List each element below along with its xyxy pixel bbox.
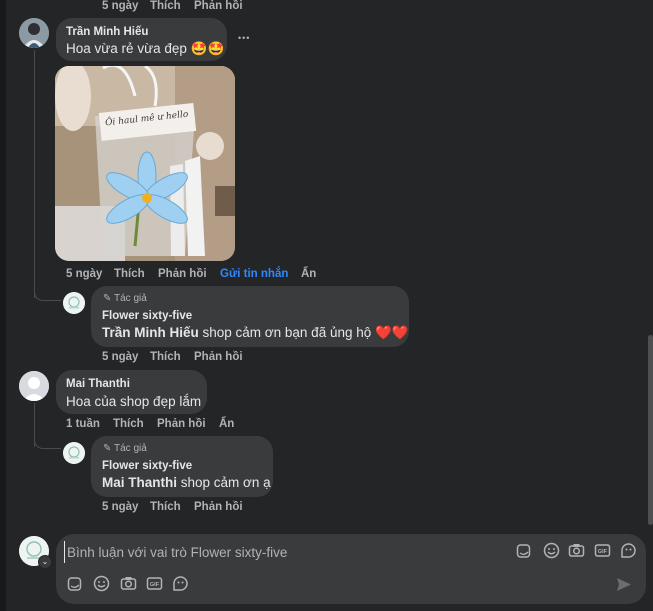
commenter-avatar[interactable] [19, 18, 49, 48]
author-badge: ✎ Tác giả [103, 293, 147, 304]
camera-icon[interactable] [120, 575, 137, 592]
author-badge: ✎ Tác giả [103, 443, 147, 454]
flower-bouquet-photo [55, 66, 235, 261]
svg-text:GIF: GIF [150, 582, 160, 588]
reply-bubble: ✎ Tác giả Flower sixty-five Mai Thanthi … [91, 436, 273, 497]
reply-link[interactable]: Phản hồi [194, 351, 243, 363]
reply-link[interactable]: Phản hồi [157, 418, 206, 430]
more-options-icon[interactable]: ••• [238, 33, 250, 43]
page-avatar[interactable] [63, 442, 85, 464]
author-badge-label: Tác giả [114, 293, 147, 304]
gif-icon[interactable]: GIF [594, 542, 611, 559]
thread-line [34, 50, 35, 298]
reply-actions: 5 ngày Thích Phản hồi [0, 351, 260, 365]
replier-name[interactable]: Flower sixty-five [102, 460, 192, 472]
mention-link[interactable]: Mai Thanthi [102, 475, 177, 490]
comment-time[interactable]: 5 ngày [102, 0, 138, 12]
replier-name[interactable]: Flower sixty-five [102, 310, 192, 322]
comment-actions: 1 tuần Thích Phản hồi Ẩn [0, 418, 260, 432]
comment-actions: 5 ngày Thích Phản hồi Gửi tin nhắn Ẩn [0, 268, 330, 282]
profile-photo-icon [19, 18, 49, 48]
flower-shop-logo-icon [63, 442, 85, 464]
camera-icon[interactable] [568, 542, 585, 559]
reply-connector [34, 288, 61, 301]
avatar-sticker-icon[interactable] [172, 575, 189, 592]
svg-text:GIF: GIF [598, 549, 608, 555]
reply-time[interactable]: 5 ngày [102, 351, 138, 363]
default-user-icon [19, 371, 49, 401]
gif-icon[interactable]: GIF [146, 575, 163, 592]
pencil-icon: ✎ [103, 293, 112, 304]
reply-text: Mai Thanthi shop cảm ơn ạ [102, 475, 271, 490]
author-badge-label: Tác giả [114, 443, 147, 454]
send-icon[interactable] [615, 576, 632, 593]
commenter-name[interactable]: Trần Minh Hiếu [66, 26, 148, 38]
scrollbar-thumb[interactable] [648, 335, 653, 525]
reply-message: shop cảm ơn bạn đã ủng hộ ❤️❤️ [198, 325, 409, 340]
reply-link[interactable]: Phản hồi [194, 501, 243, 513]
sticker-icon[interactable] [516, 543, 532, 559]
page-avatar[interactable] [63, 292, 85, 314]
commenter-name[interactable]: Mai Thanthi [66, 378, 130, 390]
comment-time[interactable]: 1 tuần [66, 418, 100, 430]
like-link[interactable]: Thích [150, 351, 181, 363]
sticker-icon[interactable] [67, 576, 83, 592]
previous-comment-actions: 5 ngày Thích Phản hồi [0, 0, 300, 14]
hide-link[interactable]: Ẩn [301, 268, 316, 280]
commenter-avatar[interactable] [19, 371, 49, 401]
avatar-sticker-icon[interactable] [620, 542, 637, 559]
hide-link[interactable]: Ẩn [219, 418, 234, 430]
left-panel-edge [0, 0, 6, 611]
emoji-icon[interactable] [93, 575, 110, 592]
comment-time[interactable]: 5 ngày [66, 268, 102, 280]
reply-text: Trần Minh Hiếu shop cảm ơn bạn đã ủng hộ… [102, 325, 409, 341]
reply-connector [34, 436, 61, 449]
comment-input[interactable] [64, 541, 509, 563]
reply-time[interactable]: 5 ngày [102, 501, 138, 513]
send-message-link[interactable]: Gửi tin nhắn [220, 268, 288, 280]
like-link[interactable]: Thích [150, 0, 181, 12]
like-link[interactable]: Thích [114, 268, 145, 280]
reply-message: shop cảm ơn ạ [177, 475, 271, 490]
comment-text: Hoa của shop đẹp lắm [66, 394, 202, 409]
reply-link[interactable]: Phản hồi [194, 0, 243, 12]
comment-bubble: Trần Minh Hiếu Hoa vừa rẻ vừa đẹp 🤩🤩 [56, 18, 227, 61]
comment-composer: #ph::placeholder{} GIF GIF [56, 534, 646, 604]
emoji-icon[interactable] [543, 542, 560, 559]
reply-link[interactable]: Phản hồi [158, 268, 207, 280]
reply-bubble: ✎ Tác giả Flower sixty-five Trần Minh Hi… [91, 286, 409, 347]
switch-profile-chevron-icon[interactable]: ⌄ [38, 555, 52, 569]
like-link[interactable]: Thích [113, 418, 144, 430]
comment-bubble: Mai Thanthi Hoa của shop đẹp lắm [56, 370, 207, 414]
reply-actions: 5 ngày Thích Phản hồi [0, 501, 260, 515]
mention-link[interactable]: Trần Minh Hiếu [102, 325, 199, 340]
comment-photo[interactable]: Ôi haul mê ư hello [55, 66, 235, 261]
like-link[interactable]: Thích [150, 501, 181, 513]
comment-text: Hoa vừa rẻ vừa đẹp 🤩🤩 [66, 41, 225, 56]
pencil-icon: ✎ [103, 443, 112, 454]
flower-shop-logo-icon [63, 292, 85, 314]
